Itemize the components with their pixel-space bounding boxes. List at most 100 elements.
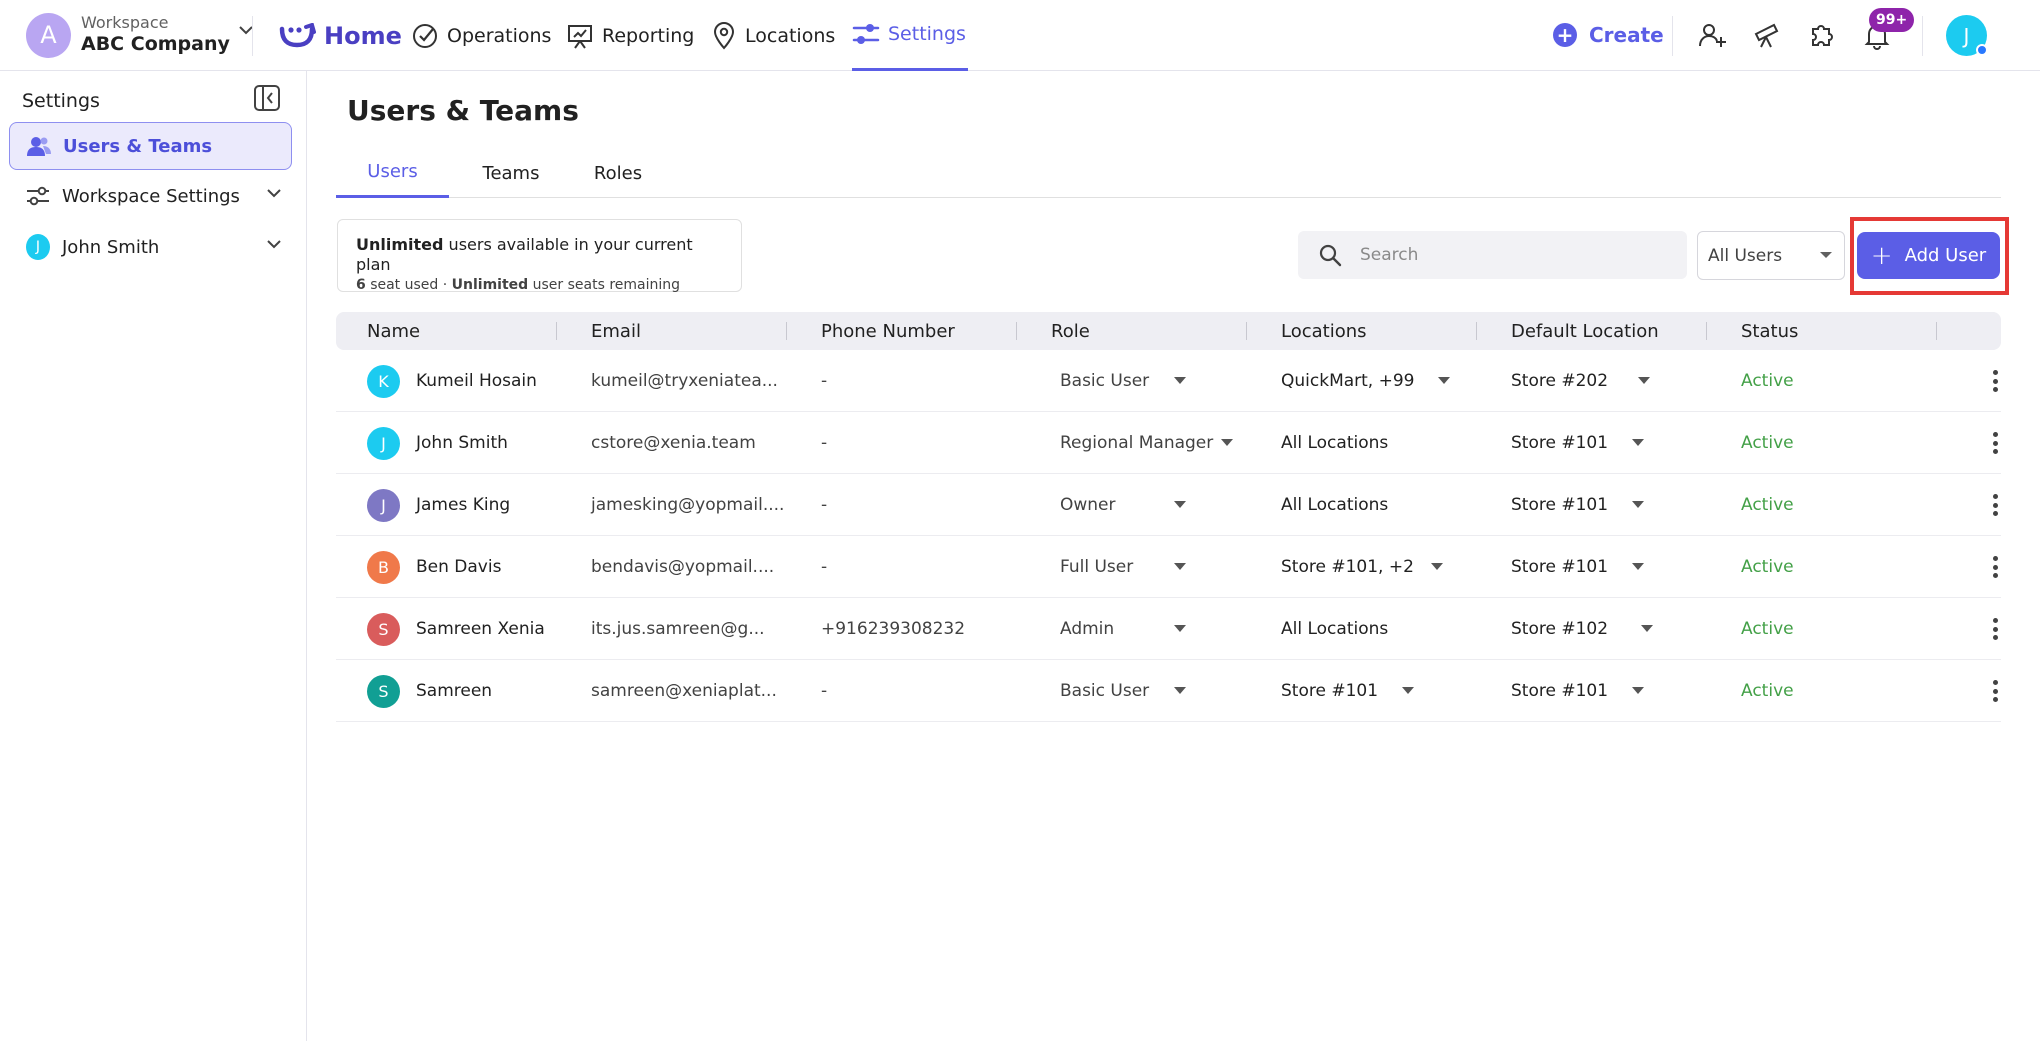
home-logo-icon: [279, 22, 316, 47]
sidebar-item-john-smith[interactable]: J John Smith: [9, 223, 292, 271]
workspace-switcher[interactable]: A Workspace ABC Company: [26, 12, 254, 58]
nav-locations[interactable]: Locations: [711, 0, 835, 71]
locations-cell[interactable]: All Locations: [1281, 412, 1388, 474]
caret-down-icon[interactable]: [1221, 439, 1233, 446]
nav-settings[interactable]: Settings: [852, 0, 968, 71]
presentation-chart-icon: [568, 24, 592, 49]
tab-users[interactable]: Users: [336, 148, 449, 198]
tab-teams[interactable]: Teams: [461, 148, 561, 198]
role-dropdown[interactable]: Admin: [1060, 598, 1114, 660]
column-header-name[interactable]: Name: [367, 312, 420, 350]
nav-reporting[interactable]: Reporting: [566, 0, 694, 71]
user-filter-select[interactable]: All Users: [1697, 231, 1845, 280]
caret-down-icon[interactable]: [1632, 439, 1644, 446]
default-location-dropdown[interactable]: Store #101: [1511, 474, 1608, 536]
column-header-status[interactable]: Status: [1741, 312, 1798, 350]
nav-operations[interactable]: Operations: [411, 0, 551, 71]
page-title: Users & Teams: [347, 94, 579, 127]
tab-roles[interactable]: Roles: [573, 148, 663, 198]
table-row[interactable]: S Samreen Xenia its.jus.samreen@g... +91…: [336, 598, 2001, 660]
locations-dropdown[interactable]: Store #101: [1281, 660, 1378, 722]
puzzle-icon[interactable]: [1807, 20, 1837, 50]
role-dropdown[interactable]: Owner: [1060, 474, 1116, 536]
locations-dropdown[interactable]: QuickMart, +99: [1281, 350, 1415, 412]
column-header-default-location[interactable]: Default Location: [1511, 312, 1659, 350]
caret-down-icon[interactable]: [1174, 501, 1186, 508]
online-status-dot: [1976, 44, 1988, 56]
plan-line-2-mid: seat used ·: [365, 277, 452, 293]
more-options-icon[interactable]: [1983, 616, 2007, 642]
more-options-icon[interactable]: [1983, 554, 2007, 580]
create-button[interactable]: + Create: [1553, 20, 1664, 50]
caret-down-icon[interactable]: [1641, 625, 1653, 632]
divider: [252, 16, 253, 56]
more-options-icon[interactable]: [1983, 492, 2007, 518]
avatar: S: [367, 674, 400, 708]
table-row[interactable]: J James King jamesking@yopmail.... - Own…: [336, 474, 2001, 536]
caret-down-icon[interactable]: [1632, 687, 1644, 694]
search-input[interactable]: [1360, 245, 1660, 265]
collapse-sidebar-icon[interactable]: [253, 84, 281, 112]
default-location-dropdown[interactable]: Store #101: [1511, 660, 1608, 722]
role-dropdown[interactable]: Regional Manager: [1060, 412, 1213, 474]
more-options-icon[interactable]: [1983, 678, 2007, 704]
default-location-dropdown[interactable]: Store #101: [1511, 536, 1608, 598]
sidebar-item-workspace-settings[interactable]: Workspace Settings: [9, 172, 292, 220]
sidebar: Settings Users & Teams Workspace Setting…: [0, 71, 307, 1041]
telescope-icon[interactable]: [1752, 20, 1782, 50]
column-divider: [1476, 322, 1477, 340]
default-location-dropdown[interactable]: Store #202: [1511, 350, 1608, 412]
caret-down-icon[interactable]: [1174, 687, 1186, 694]
default-location-dropdown[interactable]: Store #102: [1511, 598, 1608, 660]
nav-home[interactable]: Home: [278, 0, 402, 71]
caret-down-icon[interactable]: [1638, 377, 1650, 384]
caret-down-icon[interactable]: [1174, 563, 1186, 570]
email-cell: samreen@xeniaplat...: [591, 681, 777, 701]
more-options-icon[interactable]: [1983, 368, 2007, 394]
users-icon: [27, 134, 51, 158]
column-divider: [786, 322, 787, 340]
table-row[interactable]: K Kumeil Hosain kumeil@tryxeniatea... - …: [336, 350, 2001, 412]
caret-down-icon[interactable]: [1431, 563, 1443, 570]
sidebar-item-users-teams[interactable]: Users & Teams: [9, 122, 292, 170]
chevron-down-icon: [267, 240, 281, 249]
default-location-dropdown[interactable]: Store #101: [1511, 412, 1608, 474]
plan-info-card: Unlimited users available in your curren…: [337, 219, 742, 293]
user-name-cell: B Ben Davis: [367, 536, 501, 598]
caret-down-icon[interactable]: [1174, 377, 1186, 384]
add-user-icon[interactable]: [1697, 20, 1727, 50]
search-box: [1298, 231, 1687, 279]
plus-icon: +: [1870, 240, 1893, 271]
more-options-icon[interactable]: [1983, 430, 2007, 456]
column-header-locations[interactable]: Locations: [1281, 312, 1367, 350]
locations-dropdown[interactable]: Store #101, +2: [1281, 536, 1414, 598]
role-dropdown[interactable]: Basic User: [1060, 660, 1149, 722]
column-header-email[interactable]: Email: [591, 312, 641, 350]
caret-down-icon[interactable]: [1632, 563, 1644, 570]
column-header-role[interactable]: Role: [1051, 312, 1090, 350]
table-row[interactable]: B Ben Davis bendavis@yopmail.... - Full …: [336, 536, 2001, 598]
add-user-button[interactable]: + Add User: [1857, 232, 2000, 279]
user-name: John Smith: [416, 433, 508, 453]
locations-cell[interactable]: All Locations: [1281, 474, 1388, 536]
caret-down-icon[interactable]: [1402, 687, 1414, 694]
column-header-phone[interactable]: Phone Number: [821, 312, 955, 350]
caret-down-icon[interactable]: [1438, 377, 1450, 384]
check-circle-icon: [413, 23, 437, 48]
status-badge: Active: [1741, 557, 1794, 577]
user-filter-value: All Users: [1708, 245, 1783, 266]
caret-down-icon[interactable]: [1632, 501, 1644, 508]
phone-cell: -: [821, 371, 828, 391]
avatar: J: [367, 488, 400, 522]
role-dropdown[interactable]: Basic User: [1060, 350, 1149, 412]
email-cell: kumeil@tryxeniatea...: [591, 371, 778, 391]
table-header: Name Email Phone Number Role Locations D…: [336, 312, 2001, 350]
caret-down-icon[interactable]: [1174, 625, 1186, 632]
column-divider: [1016, 322, 1017, 340]
table-row[interactable]: S Samreen samreen@xeniaplat... - Basic U…: [336, 660, 2001, 722]
locations-cell[interactable]: All Locations: [1281, 598, 1388, 660]
plus-circle-icon: +: [1553, 23, 1577, 47]
role-dropdown[interactable]: Full User: [1060, 536, 1133, 598]
phone-cell: -: [821, 557, 828, 577]
table-row[interactable]: J John Smith cstore@xenia.team - Regiona…: [336, 412, 2001, 474]
